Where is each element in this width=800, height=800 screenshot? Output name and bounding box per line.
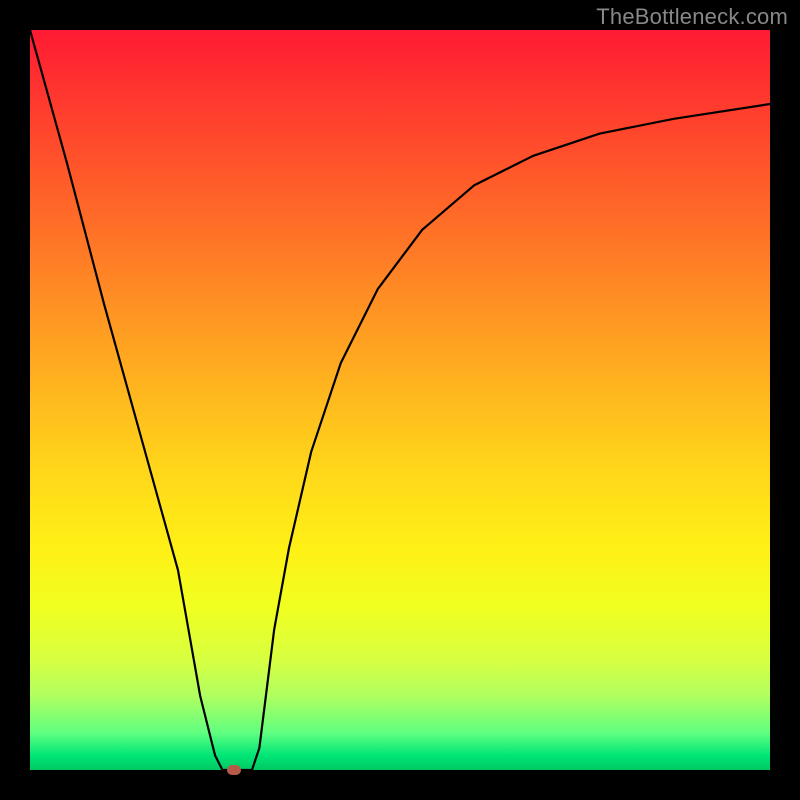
plot-area xyxy=(30,30,770,770)
bottleneck-curve xyxy=(30,30,770,770)
optimal-marker xyxy=(227,765,241,775)
watermark-label: TheBottleneck.com xyxy=(596,4,788,30)
chart-frame: TheBottleneck.com xyxy=(0,0,800,800)
